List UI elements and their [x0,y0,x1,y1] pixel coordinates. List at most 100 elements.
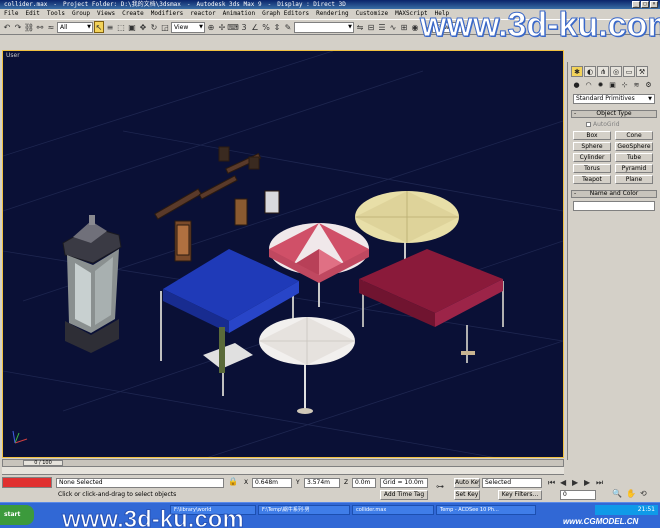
viewport-user[interactable]: User [2,50,564,458]
tube-button[interactable]: Tube [615,153,653,162]
pan-icon[interactable]: ✋ [626,489,636,498]
teapot-button[interactable]: Teapot [573,175,611,184]
shapes-icon[interactable]: ◠ [583,80,594,90]
menu-views[interactable]: Views [97,9,115,19]
menu-create[interactable]: Create [122,9,144,19]
maroon-tent-model[interactable] [359,249,504,363]
menu-group[interactable]: Group [72,9,90,19]
select-link-icon[interactable]: ⛓ [24,21,34,33]
menu-file[interactable]: File [4,9,18,19]
prev-frame-icon[interactable]: ◀ [560,478,566,487]
taskbar-item-temp[interactable]: F:\Temp\蜗牛系列-男 [258,505,350,515]
select-object-icon[interactable]: ↖ [94,21,104,33]
time-slider[interactable]: 0 / 100 [2,459,564,467]
geometry-icon[interactable]: ● [571,80,582,90]
time-slider-thumb[interactable]: 0 / 100 [23,460,63,466]
set-key-icon[interactable]: ⊶ [436,482,444,491]
menu-graph-editors[interactable]: Graph Editors [262,9,309,19]
key-mode-dropdown[interactable]: Selected [482,478,542,488]
material-editor-icon[interactable]: ◉ [410,21,420,33]
cameras-icon[interactable]: ▣ [607,80,618,90]
name-color-rollout[interactable]: - Name and Color [571,190,657,198]
select-move-icon[interactable]: ✥ [138,21,148,33]
viewport-label[interactable]: User [6,52,20,59]
sphere-button[interactable]: Sphere [573,142,611,151]
autogrid-checkbox[interactable]: AutoGrid [586,121,660,128]
manipulate-icon[interactable]: ✢ [217,21,227,33]
spinner-snap-icon[interactable]: ⇕ [272,21,282,33]
cone-button[interactable]: Cone [615,131,653,140]
menu-animation[interactable]: Animation [223,9,256,19]
unlink-icon[interactable]: ⚯ [35,21,45,33]
select-rotate-icon[interactable]: ↻ [149,21,159,33]
current-frame-field[interactable]: 0 [560,490,596,500]
window-crossing-icon[interactable]: ▣ [127,21,137,33]
x-coordinate-field[interactable]: 0.648m [252,478,292,488]
render-view-dropdown[interactable]: View ▼ [432,21,462,33]
create-tab-icon[interactable]: ✱ [571,66,583,77]
add-time-tag-button[interactable]: Add Time Tag [380,490,428,500]
selection-filter-dropdown[interactable]: All ▼ [57,21,93,33]
align-icon[interactable]: ⊟ [366,21,376,33]
named-selection-dropdown[interactable]: ▼ [294,21,354,33]
orbit-icon[interactable]: ⟲ [640,489,647,498]
angle-snap-icon[interactable]: ∠ [250,21,260,33]
space-warps-icon[interactable]: ≋ [631,80,642,90]
menu-rendering[interactable]: Rendering [316,9,349,19]
bind-space-warp-icon[interactable]: ≈ [46,21,56,33]
hanging-signs-model[interactable] [154,146,280,262]
motion-tab-icon[interactable]: ◎ [610,66,622,77]
utilities-tab-icon[interactable]: ⚒ [636,66,648,77]
object-type-rollout[interactable]: - Object Type [571,110,657,118]
box-button[interactable]: Box [573,131,611,140]
percent-snap-icon[interactable]: % [261,21,271,33]
undo-icon[interactable]: ↶ [2,21,12,33]
snap-3d-icon[interactable]: 3 [239,21,249,33]
redo-icon[interactable]: ↷ [13,21,23,33]
cylinder-button[interactable]: Cylinder [573,153,611,162]
torus-button[interactable]: Torus [573,164,611,173]
goto-end-icon[interactable]: ⏭ [596,478,603,488]
menu-maxscript[interactable]: MAXScript [395,9,428,19]
play-icon[interactable]: ▶ [572,478,578,487]
track-bar[interactable] [2,467,564,475]
goto-start-icon[interactable]: ⏮ [548,478,555,488]
z-coordinate-field[interactable]: 0.0m [352,478,376,488]
close-button[interactable]: × [650,1,658,8]
maximize-button[interactable]: □ [641,1,649,8]
pyramid-button[interactable]: Pyramid [615,164,653,173]
layer-manager-icon[interactable]: ☰ [377,21,387,33]
menu-reactor[interactable]: reactor [190,9,215,19]
primitive-type-dropdown[interactable]: Standard Primitives ▼ [573,94,655,104]
kiosk-model[interactable] [62,215,122,353]
minimize-button[interactable]: _ [632,1,640,8]
hierarchy-tab-icon[interactable]: ⋔ [597,66,609,77]
lights-icon[interactable]: ✹ [595,80,606,90]
display-tab-icon[interactable]: ▭ [623,66,635,77]
keyboard-shortcut-icon[interactable]: ⌨ [227,21,239,33]
y-coordinate-field[interactable]: 3.574m [304,478,340,488]
taskbar-item-acdsee[interactable]: Temp - ACDSee 10 Ph... [436,505,536,515]
reference-coord-dropdown[interactable]: View ▼ [171,21,205,33]
geosphere-button[interactable]: GeoSphere [615,142,653,151]
mirror-icon[interactable]: ⇋ [355,21,365,33]
quick-render-icon[interactable]: ☀ [463,21,473,33]
plane-button[interactable]: Plane [615,175,653,184]
edit-named-selection-icon[interactable]: ✎ [283,21,293,33]
select-scale-icon[interactable]: ◲ [160,21,170,33]
maxscript-listener[interactable] [2,477,52,488]
auto-key-button[interactable]: Auto Key [454,478,480,488]
systems-icon[interactable]: ⚙ [643,80,654,90]
render-scene-icon[interactable]: ☕ [421,21,431,33]
menu-edit[interactable]: Edit [25,9,39,19]
modify-tab-icon[interactable]: ◐ [584,66,596,77]
menu-tools[interactable]: Tools [47,9,65,19]
curve-editor-icon[interactable]: ∿ [388,21,398,33]
white-umbrella-model[interactable] [259,317,355,414]
menu-modifiers[interactable]: Modifiers [151,9,184,19]
select-by-name-icon[interactable]: ≡ [105,21,115,33]
next-frame-icon[interactable]: ▶ [584,478,590,487]
schematic-view-icon[interactable]: ⊞ [399,21,409,33]
zoom-icon[interactable]: 🔍 [612,489,622,498]
start-button[interactable]: start [0,505,34,525]
